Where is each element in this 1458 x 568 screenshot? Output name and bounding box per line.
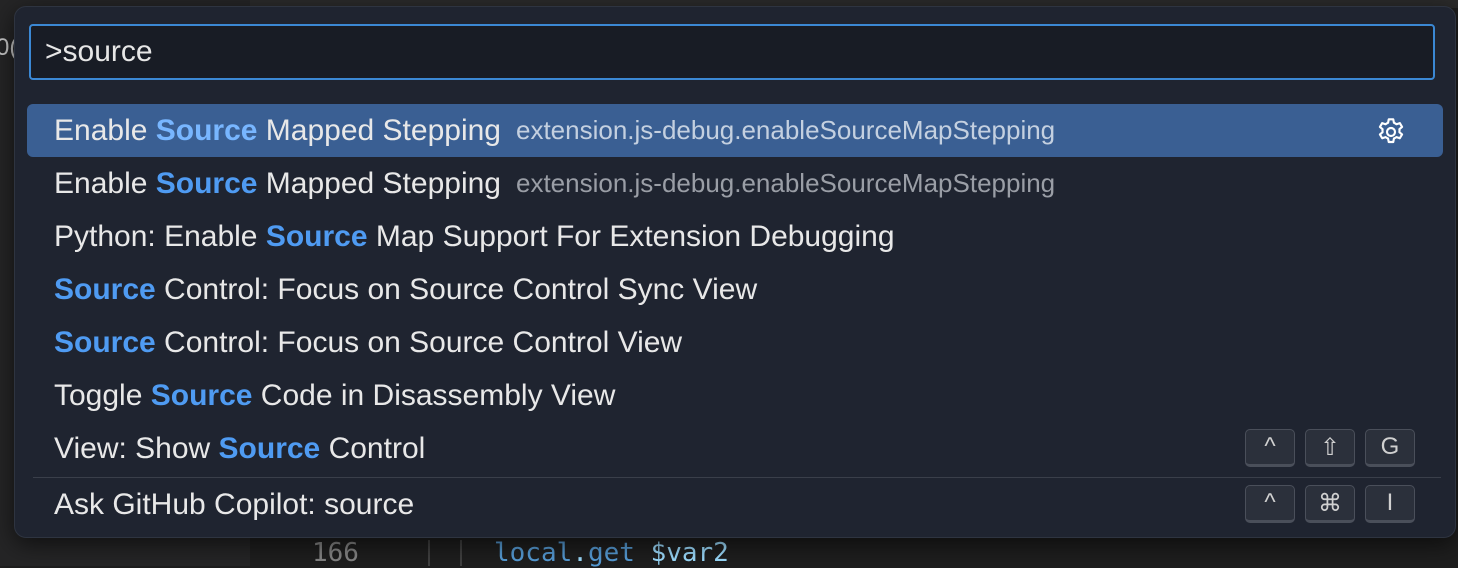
copilot-label: Ask GitHub Copilot: source bbox=[54, 488, 415, 521]
match-highlight: Source bbox=[155, 113, 258, 147]
command-palette: Enable Source Mapped Stepping extension.… bbox=[14, 6, 1456, 538]
label-text: View: Show bbox=[54, 431, 219, 465]
label-text: Enable bbox=[54, 113, 156, 147]
label-text: Python: Enable bbox=[54, 219, 266, 253]
command-results-list: Enable Source Mapped Stepping extension.… bbox=[27, 104, 1443, 532]
label-text: Map Support For Extension Debugging bbox=[367, 219, 895, 253]
command-result-item[interactable]: Toggle Source Code in Disassembly View bbox=[27, 369, 1443, 422]
match-highlight: Source bbox=[150, 378, 253, 412]
indent-guide bbox=[428, 540, 430, 566]
ctrl-key: ^ bbox=[1245, 429, 1295, 467]
i-key: I bbox=[1365, 485, 1415, 523]
command-label: Python: Enable Source Map Support For Ex… bbox=[54, 220, 895, 254]
command-label: Toggle Source Code in Disassembly View bbox=[54, 379, 615, 413]
command-result-item[interactable]: Enable Source Mapped Stepping extension.… bbox=[27, 157, 1443, 210]
label-text: Toggle bbox=[54, 378, 151, 412]
command-result-item[interactable]: Source Control: Focus on Source Control … bbox=[27, 316, 1443, 369]
code-variable: $var2 bbox=[650, 538, 729, 568]
label-text: Control: Focus on Source Control Sync Vi… bbox=[155, 272, 758, 306]
match-highlight: Source bbox=[54, 272, 156, 306]
command-result-item[interactable]: Enable Source Mapped Stepping extension.… bbox=[27, 104, 1443, 157]
shift-key: ⇧ bbox=[1305, 429, 1355, 467]
label-text: Control: Focus on Source Control View bbox=[155, 325, 683, 359]
indent-guide bbox=[460, 540, 462, 566]
label-text: Code in Disassembly View bbox=[252, 378, 616, 412]
g-key: G bbox=[1365, 429, 1415, 467]
command-id: extension.js-debug.enableSourceMapSteppi… bbox=[515, 168, 1056, 198]
label-text: Control bbox=[320, 431, 426, 465]
ask-copilot-item[interactable]: Ask GitHub Copilot: source ^ ⌘ I bbox=[27, 478, 1443, 532]
match-highlight: Source bbox=[155, 166, 258, 200]
command-label: Enable Source Mapped Stepping bbox=[54, 167, 501, 201]
line-number: 166 bbox=[312, 538, 359, 568]
command-result-item[interactable]: View: Show Source Control ^ ⇧ G bbox=[27, 422, 1443, 475]
keybinding: ^ ⌘ I bbox=[1245, 485, 1415, 523]
code-keyword: local bbox=[494, 538, 573, 568]
label-text: Mapped Stepping bbox=[257, 113, 501, 147]
label-text: Mapped Stepping bbox=[257, 166, 501, 200]
command-result-item[interactable]: Python: Enable Source Map Support For Ex… bbox=[27, 210, 1443, 263]
command-result-item[interactable]: Source Control: Focus on Source Control … bbox=[27, 263, 1443, 316]
code-keyword: get bbox=[587, 538, 635, 568]
label-text: Enable bbox=[54, 166, 156, 200]
gear-icon[interactable] bbox=[1375, 116, 1407, 148]
command-label: View: Show Source Control bbox=[54, 432, 425, 466]
command-palette-search-box[interactable] bbox=[29, 24, 1435, 80]
command-label: Enable Source Mapped Stepping bbox=[54, 114, 501, 148]
command-id: extension.js-debug.enableSourceMapSteppi… bbox=[515, 115, 1056, 145]
match-highlight: Source bbox=[54, 325, 156, 359]
command-label: Source Control: Focus on Source Control … bbox=[54, 326, 682, 360]
code-dot: . bbox=[572, 538, 588, 568]
command-palette-input[interactable] bbox=[45, 26, 1415, 78]
cmd-key: ⌘ bbox=[1305, 485, 1355, 523]
command-label: Source Control: Focus on Source Control … bbox=[54, 273, 757, 307]
ctrl-key: ^ bbox=[1245, 485, 1295, 523]
code-line[interactable]: local.get $var2 bbox=[494, 538, 729, 568]
match-highlight: Source bbox=[218, 431, 321, 465]
match-highlight: Source bbox=[265, 219, 368, 253]
keybinding: ^ ⇧ G bbox=[1245, 429, 1415, 467]
